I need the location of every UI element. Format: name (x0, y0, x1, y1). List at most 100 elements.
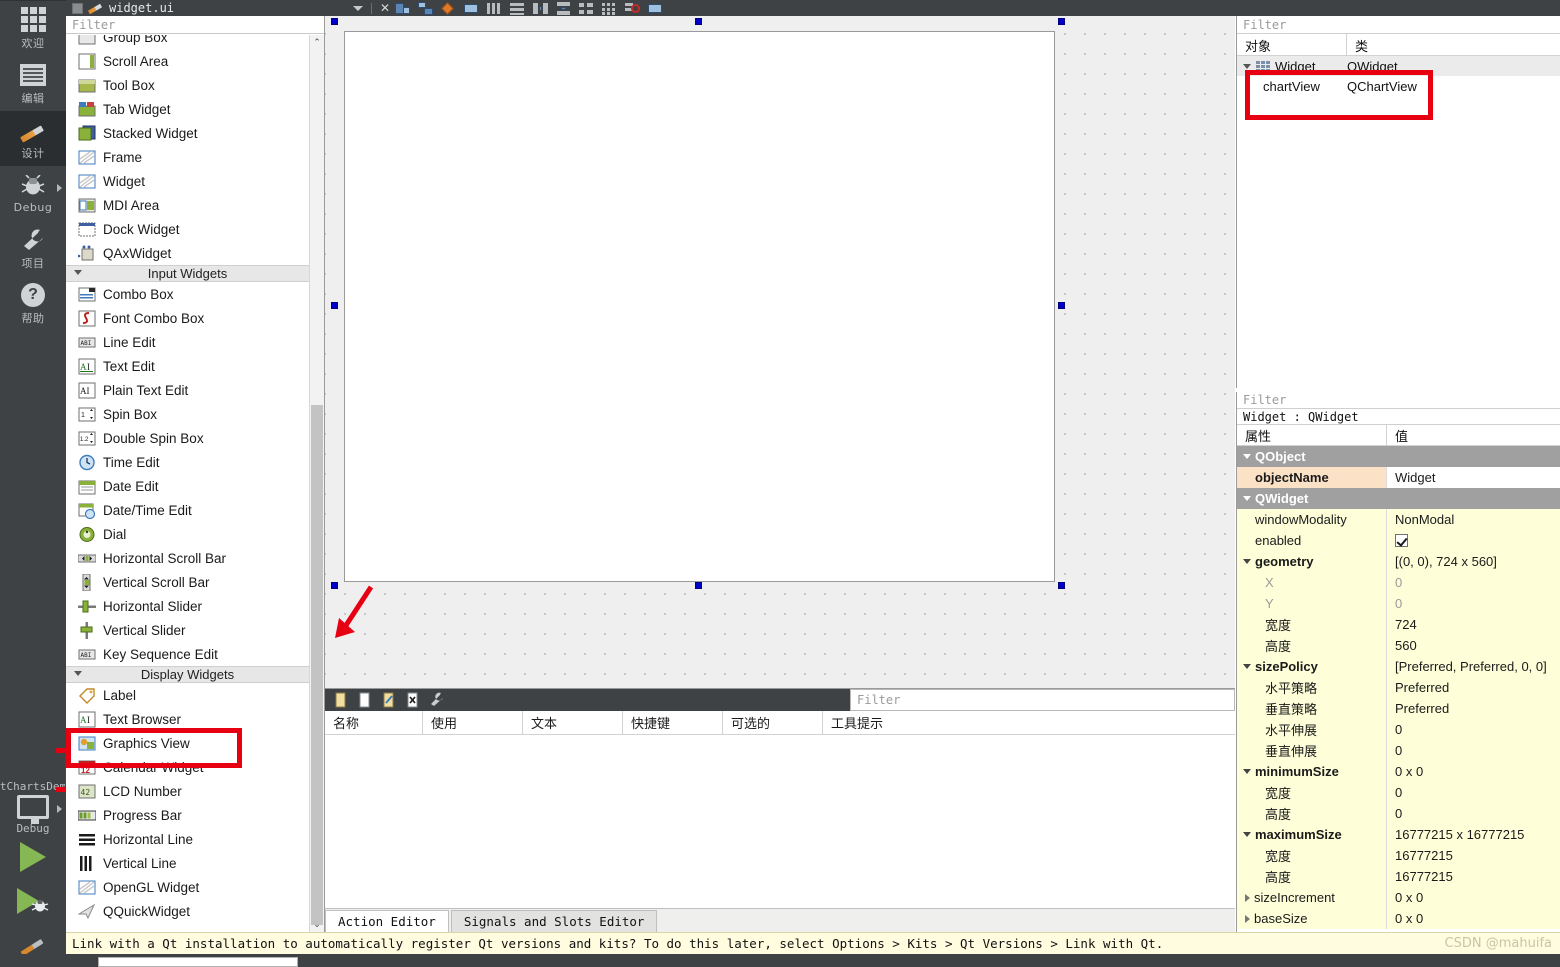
widget-item-lcd-number[interactable]: 42 LCD Number (66, 779, 309, 803)
layout-form-icon[interactable] (579, 2, 594, 15)
property-row-宽度[interactable]: 宽度 0 (1237, 782, 1560, 803)
widget-item-vertical-line[interactable]: Vertical Line (66, 851, 309, 875)
widget-item-horizontal-line[interactable]: Horizontal Line (66, 827, 309, 851)
widget-item-widget[interactable]: Widget (66, 169, 309, 193)
property-row-qwidget[interactable]: QWidget (1237, 488, 1560, 509)
resize-handle-bottom-center[interactable] (695, 582, 702, 589)
widget-item-text-edit[interactable]: A I Text Edit (66, 354, 309, 378)
chevron-down-icon[interactable] (1243, 832, 1251, 837)
property-row-高度[interactable]: 高度 16777215 (1237, 866, 1560, 887)
property-row-垂直策略[interactable]: 垂直策略 Preferred (1237, 698, 1560, 719)
mode-item-design[interactable]: 设计 (0, 111, 66, 166)
edit-tab-order-icon[interactable] (464, 2, 479, 15)
mode-item-help[interactable]: ? 帮助 (0, 276, 66, 331)
widget-item-vertical-scroll-bar[interactable]: Vertical Scroll Bar (66, 570, 309, 594)
property-row-basesize[interactable]: baseSize 0 x 0 (1237, 908, 1560, 929)
widget-item-stacked-widget[interactable]: Stacked Widget (66, 121, 309, 145)
property-row-y[interactable]: Y0 (1237, 593, 1560, 614)
resize-handle-middle-left[interactable] (331, 302, 338, 309)
property-row-objectname[interactable]: objectName Widget (1237, 467, 1560, 488)
widget-item-calendar-widget[interactable]: 12 Calendar Widget (66, 755, 309, 779)
widget-item-group-box[interactable]: Group Box (66, 35, 309, 49)
property-row-高度[interactable]: 高度 0 (1237, 803, 1560, 824)
property-row-sizeincrement[interactable]: sizeIncrement 0 x 0 (1237, 887, 1560, 908)
close-icon[interactable]: ✕ (380, 1, 390, 15)
widget-item-double-spin-box[interactable]: 1.2 Double Spin Box (66, 426, 309, 450)
property-row-geometry[interactable]: geometry [(0, 0), 724 x 560] (1237, 551, 1560, 572)
edit-widgets-icon[interactable] (395, 2, 410, 15)
mode-item-projects[interactable]: 项目 (0, 221, 66, 276)
resize-handle-top-right[interactable] (1058, 18, 1065, 25)
property-row-宽度[interactable]: 宽度 724 (1237, 614, 1560, 635)
action-editor-filter[interactable]: Filter (850, 689, 1235, 711)
layout-grid-icon[interactable] (602, 2, 617, 15)
object-row-chartview[interactable]: chartView QChartView (1237, 76, 1560, 96)
widget-category-display-widgets[interactable]: Display Widgets (66, 666, 309, 683)
tab-action-editor[interactable]: Action Editor (325, 910, 449, 932)
layout-splitter-horizontal-icon[interactable] (533, 2, 548, 15)
object-row-widget[interactable]: Widget QWidget (1237, 56, 1560, 76)
resize-handle-middle-right[interactable] (1058, 302, 1065, 309)
property-row-水平策略[interactable]: 水平策略 Preferred (1237, 677, 1560, 698)
scroll-up-icon[interactable]: ⌃ (310, 35, 324, 50)
property-row-x[interactable]: X0 (1237, 572, 1560, 593)
widget-item-graphics-view[interactable]: Graphics View (66, 731, 309, 755)
debug-run-button[interactable] (0, 879, 66, 923)
widget-item-text-browser[interactable]: A I Text Browser (66, 707, 309, 731)
resize-handle-bottom-right[interactable] (1058, 582, 1065, 589)
adjust-size-icon[interactable] (648, 2, 663, 15)
chevron-right-icon[interactable] (1245, 893, 1250, 902)
run-button[interactable] (0, 835, 66, 879)
mode-item-debug[interactable]: Debug (0, 166, 66, 221)
locator-search-input[interactable] (98, 957, 298, 967)
widget-item-font-combo-box[interactable]: Font Combo Box (66, 306, 309, 330)
widget-item-progress-bar[interactable]: Progress Bar (66, 803, 309, 827)
chevron-down-icon[interactable] (1243, 559, 1251, 564)
resize-handle-top-left[interactable] (331, 18, 338, 25)
widget-item-label[interactable]: Label (66, 683, 309, 707)
edit-signals-slots-icon[interactable] (418, 1, 433, 15)
mode-item-edit[interactable]: 编辑 (0, 56, 66, 111)
widget-item-qaxwidget[interactable]: QAxWidget (66, 241, 309, 265)
widget-box-filter[interactable]: Filter (66, 16, 324, 34)
form-widget[interactable] (344, 31, 1055, 582)
mode-item-welcome[interactable]: 欢迎 (0, 1, 66, 56)
widget-item-tab-widget[interactable]: Tab Widget (66, 97, 309, 121)
widget-item-spin-box[interactable]: 1 Spin Box (66, 402, 309, 426)
widget-box-list[interactable]: Group Box Scroll Area Tool Box Tab Widget St… (66, 35, 309, 932)
widget-item-qquickwidget[interactable]: QQuickWidget (66, 899, 309, 923)
widget-box-scrollbar[interactable]: ⌃ ⌄ (309, 35, 324, 932)
widget-item-combo-box[interactable]: Combo Box (66, 282, 309, 306)
layout-horizontally-icon[interactable] (487, 2, 502, 15)
widget-item-dial[interactable]: Dial (66, 522, 309, 546)
chevron-down-icon[interactable] (1243, 769, 1251, 774)
widget-item-plain-text-edit[interactable]: AI Plain Text Edit (66, 378, 309, 402)
chevron-down-icon[interactable] (1243, 63, 1251, 69)
edit-buddies-icon[interactable] (441, 1, 456, 15)
property-row-enabled[interactable]: enabled (1237, 530, 1560, 551)
layout-splitter-vertical-icon[interactable] (556, 1, 571, 15)
widget-item-time-edit[interactable]: Time Edit (66, 450, 309, 474)
property-row-高度[interactable]: 高度 560 (1237, 635, 1560, 656)
property-row-windowmodality[interactable]: windowModality NonModal (1237, 509, 1560, 530)
widget-item-horizontal-scroll-bar[interactable]: Horizontal Scroll Bar (66, 546, 309, 570)
chevron-down-icon[interactable] (1243, 454, 1251, 459)
widget-item-vertical-slider[interactable]: Vertical Slider (66, 618, 309, 642)
action-settings-icon[interactable] (429, 692, 446, 708)
property-editor-filter[interactable]: Filter (1237, 392, 1560, 409)
layout-vertically-icon[interactable] (510, 2, 525, 15)
property-row-水平伸展[interactable]: 水平伸展 0 (1237, 719, 1560, 740)
property-rows[interactable]: QObject objectName Widget QWidget windowModa… (1237, 446, 1560, 929)
file-tab-widget-ui[interactable]: widget.ui (66, 0, 180, 16)
widget-item-mdi-area[interactable]: MDI Area (66, 193, 309, 217)
property-row-sizepolicy[interactable]: sizePolicy [Preferred, Preferred, 0, 0] (1237, 656, 1560, 677)
widget-item-scroll-area[interactable]: Scroll Area (66, 49, 309, 73)
property-row-minimumsize[interactable]: minimumSize 0 x 0 (1237, 761, 1560, 782)
property-row-maximumsize[interactable]: maximumSize 16777215 x 16777215 (1237, 824, 1560, 845)
widget-item-date-time-edit[interactable]: Date/Time Edit (66, 498, 309, 522)
edit-action-icon[interactable] (381, 692, 398, 708)
chevron-right-icon[interactable] (1245, 914, 1250, 923)
property-row-垂直伸展[interactable]: 垂直伸展 0 (1237, 740, 1560, 761)
enabled-checkbox[interactable] (1395, 534, 1408, 547)
widget-item-horizontal-slider[interactable]: Horizontal Slider (66, 594, 309, 618)
